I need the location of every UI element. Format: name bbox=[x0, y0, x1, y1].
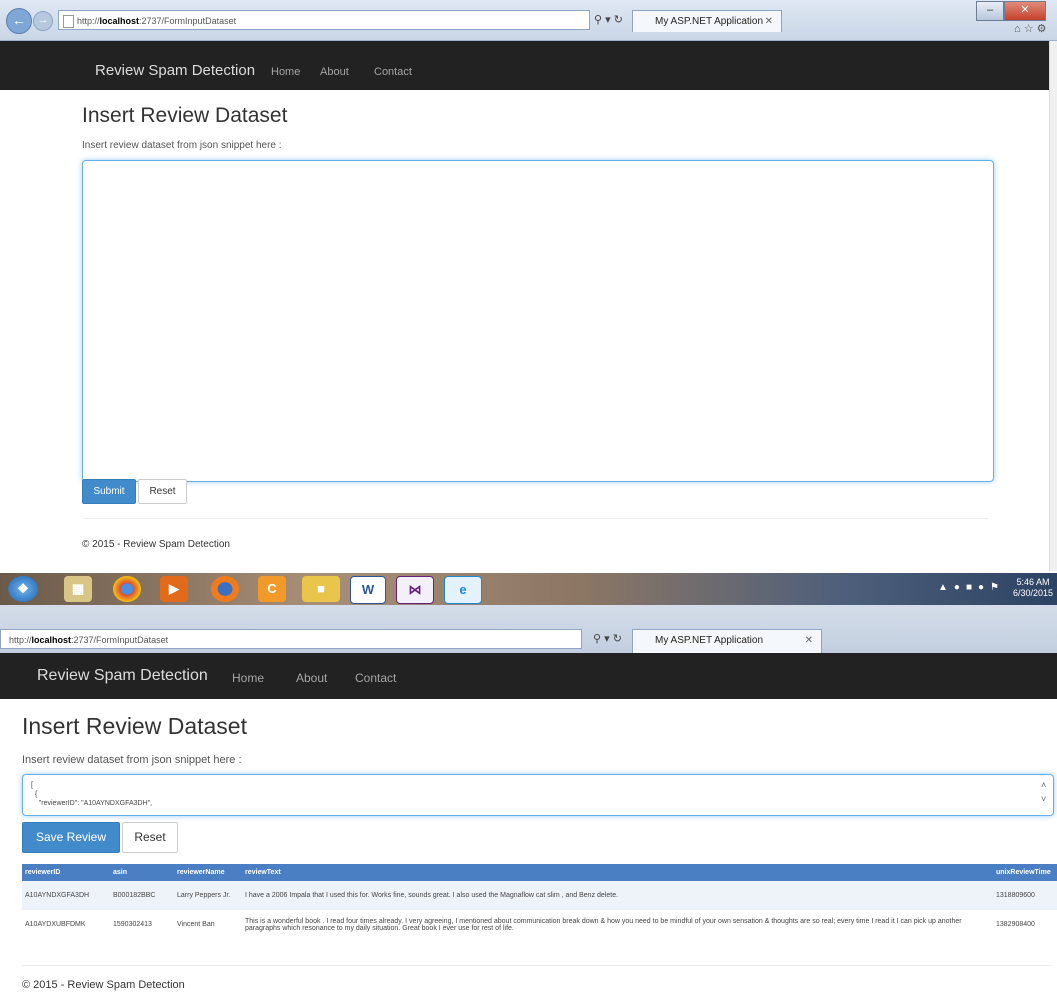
footer-text-2: © 2015 - Review Spam Detection bbox=[22, 979, 185, 991]
json-input[interactable] bbox=[82, 160, 994, 482]
save-review-button[interactable]: Save Review bbox=[22, 822, 120, 853]
textarea-scroll-arrows-icon[interactable]: ˄ ˅ bbox=[1041, 778, 1046, 806]
windows-start-icon[interactable]: ❖ bbox=[8, 576, 38, 602]
file-explorer-icon[interactable]: ▦ bbox=[64, 576, 92, 602]
page-title: Insert Review Dataset bbox=[82, 104, 288, 127]
navbar-brand[interactable]: Review Spam Detection bbox=[95, 62, 255, 79]
page-title-2: Insert Review Dataset bbox=[22, 713, 247, 739]
column-header: reviewerID bbox=[22, 864, 110, 881]
clock-date: 6/30/2015 bbox=[1013, 588, 1054, 598]
column-header: reviewText bbox=[242, 864, 993, 881]
reset-button-2[interactable]: Reset bbox=[122, 822, 178, 853]
column-header: unixReviewTime bbox=[993, 864, 1057, 881]
visual-studio-icon[interactable]: ⋈ bbox=[396, 576, 434, 604]
address-host: localhost bbox=[99, 16, 140, 26]
browser-tab[interactable]: My ASP.NET Application ✕ bbox=[632, 10, 782, 32]
nav-about-2[interactable]: About bbox=[296, 671, 327, 685]
page-icon bbox=[63, 15, 74, 28]
column-header: asin bbox=[110, 864, 174, 881]
folder-icon[interactable]: ■ bbox=[302, 576, 340, 602]
cell-reviewer-name: Vincent Ban bbox=[174, 910, 242, 939]
nav-home[interactable]: Home bbox=[271, 66, 300, 78]
nav-home-2[interactable]: Home bbox=[232, 671, 264, 685]
media-player-icon[interactable]: ▶ bbox=[160, 576, 188, 602]
input-hint: Insert review dataset from json snippet … bbox=[82, 140, 282, 151]
cell-review-text: I have a 2006 Impala that I used this fo… bbox=[242, 881, 993, 910]
cell-asin: B000182BBC bbox=[110, 881, 174, 910]
cell-review-text: This is a wonderful book . I read four t… bbox=[242, 910, 993, 939]
navbar: Review Spam Detection Home About Contact bbox=[0, 41, 1057, 90]
internet-explorer-icon[interactable]: e bbox=[444, 576, 482, 604]
close-tab-icon[interactable]: ✕ bbox=[765, 11, 773, 33]
address-bar[interactable]: http://localhost:2737/FormInputDataset bbox=[58, 10, 590, 30]
navbar-brand-2[interactable]: Review Spam Detection bbox=[37, 667, 208, 685]
footer-divider-2 bbox=[22, 965, 1052, 966]
nav-contact[interactable]: Contact bbox=[374, 66, 412, 78]
address-path-2: :2737/FormInputDataset bbox=[71, 635, 169, 645]
table-row: A10AYNDXGFA3DH B000182BBC Larry Peppers … bbox=[22, 881, 1057, 910]
chrome-icon[interactable] bbox=[113, 576, 141, 602]
footer-text: © 2015 - Review Spam Detection bbox=[82, 539, 230, 550]
home-star-gear-icon[interactable]: ⌂ ☆ ⚙ bbox=[1014, 22, 1046, 35]
cell-reviewer-id: A10AYDXUBFDMK bbox=[22, 910, 110, 939]
tab-label: My ASP.NET Application bbox=[655, 16, 764, 27]
column-header: reviewerName bbox=[174, 864, 242, 881]
input-hint-2: Insert review dataset from json snippet … bbox=[22, 754, 242, 766]
reviews-table: reviewerID asin reviewerName reviewText … bbox=[22, 864, 1057, 939]
browser-tab-2[interactable]: My ASP.NET Application ✕ bbox=[632, 629, 822, 653]
search-refresh-icon-2[interactable]: ⚲ ▾ ↻ bbox=[593, 629, 633, 649]
browser-toolbar: ← → http://localhost:2737/FormInputDatas… bbox=[0, 0, 1057, 41]
navbar-2: Review Spam Detection Home About Contact bbox=[0, 653, 1057, 699]
forward-button[interactable]: → bbox=[33, 11, 53, 31]
address-prefix-2: http:// bbox=[9, 635, 32, 645]
minimize-icon[interactable]: – bbox=[976, 1, 1004, 21]
submit-button[interactable]: Submit bbox=[82, 479, 136, 504]
word-icon[interactable]: W bbox=[350, 576, 386, 604]
address-host-2: localhost bbox=[31, 635, 72, 645]
footer-divider bbox=[82, 518, 988, 519]
clock-time: 5:46 AM bbox=[1016, 577, 1050, 587]
reset-button[interactable]: Reset bbox=[138, 479, 187, 504]
table-row: A10AYDXUBFDMK 1590302413 Vincent Ban Thi… bbox=[22, 910, 1057, 939]
address-bar-2[interactable]: http://localhost:2737/FormInputDataset bbox=[0, 629, 582, 649]
json-input-2[interactable]: [ { "reviewerID": "A10AYNDXGFA3DH", bbox=[22, 774, 1054, 816]
close-tab-icon-2[interactable]: ✕ bbox=[805, 630, 813, 652]
table-header-row: reviewerID asin reviewerName reviewText … bbox=[22, 864, 1057, 881]
windows-taskbar: ❖ ▦ ▶ C ■ W ⋈ e ▲●■●⚑ 5:46 AM 6/30/2015 bbox=[0, 573, 1057, 605]
orange-app-icon[interactable]: C bbox=[258, 576, 286, 602]
cell-reviewer-id: A10AYNDXGFA3DH bbox=[22, 881, 110, 910]
firefox-icon[interactable] bbox=[211, 576, 239, 602]
cell-asin: 1590302413 bbox=[110, 910, 174, 939]
search-refresh-icon[interactable]: ⚲ ▾ ↻ bbox=[594, 10, 634, 30]
system-clock[interactable]: 5:46 AM 6/30/2015 bbox=[1013, 577, 1053, 599]
address-path: :2737/FormInputDataset bbox=[139, 16, 237, 26]
system-tray-icons[interactable]: ▲●■●⚑ bbox=[938, 582, 1005, 593]
nav-about[interactable]: About bbox=[320, 66, 349, 78]
nav-contact-2[interactable]: Contact bbox=[355, 671, 396, 685]
window-controls: – ✕ bbox=[976, 0, 1046, 21]
tab-label-2: My ASP.NET Application bbox=[655, 635, 764, 646]
browser-toolbar-2: http://localhost:2737/FormInputDataset ⚲… bbox=[0, 605, 1057, 653]
back-button[interactable]: ← bbox=[6, 8, 32, 34]
page-scrollbar[interactable] bbox=[1049, 41, 1057, 571]
close-window-icon[interactable]: ✕ bbox=[1004, 1, 1046, 21]
address-prefix: http:// bbox=[77, 16, 100, 26]
cell-unix-time: 1382908400 bbox=[993, 910, 1057, 939]
cell-unix-time: 1318809600 bbox=[993, 881, 1057, 910]
cell-reviewer-name: Larry Peppers Jr. bbox=[174, 881, 242, 910]
